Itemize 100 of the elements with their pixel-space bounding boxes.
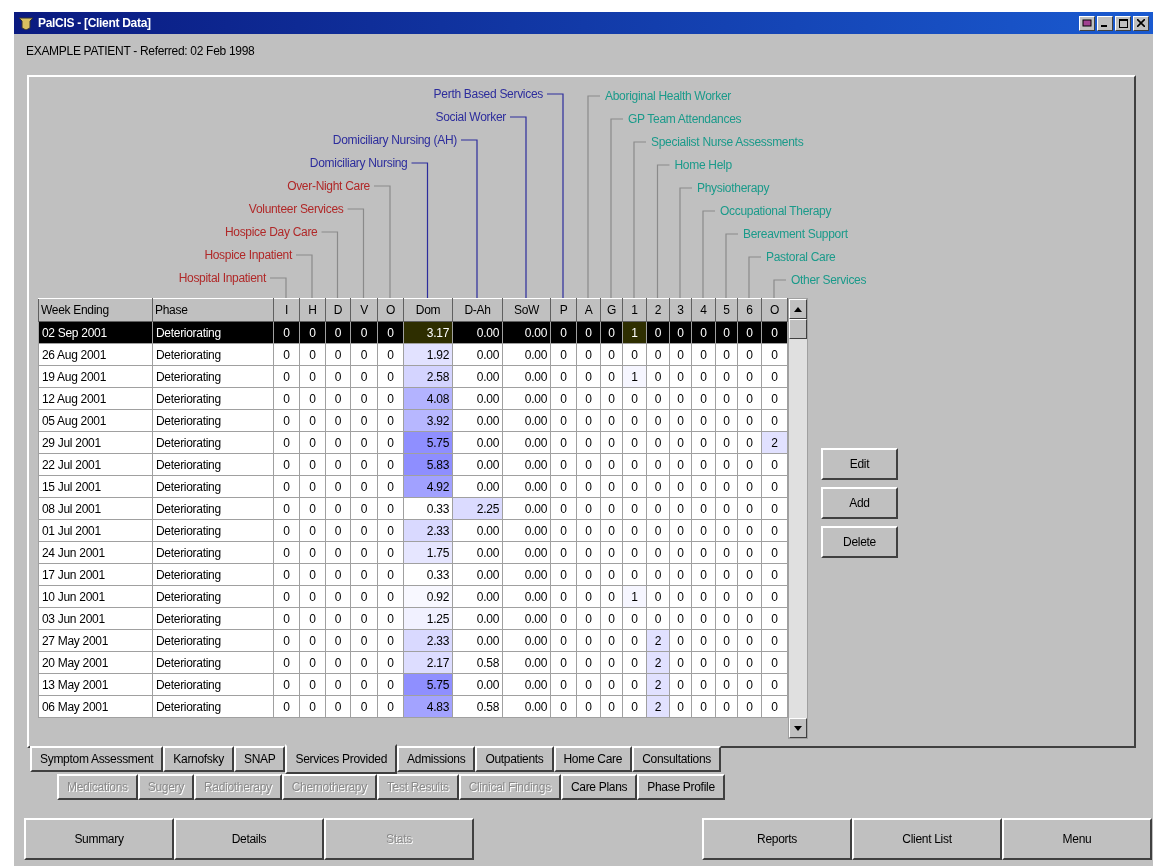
table-row[interactable]: 03 Jun 2001 Deteriorating 0 0 0 0 0 1.25 0.00 0.00 0 0 0 0 0 0 0 0 0 0 [38, 607, 788, 630]
service-label: Aboriginal Health Worker [605, 88, 731, 104]
tab[interactable]: Phase Profile [637, 774, 725, 800]
service-label: Hospice Inpatient [204, 247, 292, 263]
table-cell: Deteriorating [152, 497, 274, 520]
minimize-button[interactable] [1097, 15, 1113, 31]
column-header[interactable]: A [576, 298, 601, 322]
table-cell: 08 Jul 2001 [38, 497, 153, 520]
table-row[interactable]: 26 Aug 2001 Deteriorating 0 0 0 0 0 1.92 0.00 0.00 0 0 0 0 0 0 0 0 0 0 [38, 343, 788, 366]
nav-button[interactable]: Summary [24, 818, 174, 860]
table-cell: Deteriorating [152, 475, 274, 498]
leader-line [773, 279, 787, 298]
column-header[interactable]: 6 [737, 298, 762, 322]
scroll-thumb[interactable] [789, 319, 807, 339]
action-button[interactable]: Delete [821, 526, 898, 558]
column-header[interactable]: 5 [715, 298, 738, 322]
maximize-button[interactable] [1115, 15, 1131, 31]
table-row[interactable]: 24 Jun 2001 Deteriorating 0 0 0 0 0 1.75 0.00 0.00 0 0 0 0 0 0 0 0 0 0 [38, 541, 788, 564]
nav-button[interactable]: Menu [1002, 818, 1152, 860]
tab[interactable]: Care Plans [560, 774, 638, 800]
table-row[interactable]: 22 Jul 2001 Deteriorating 0 0 0 0 0 5.83 0.00 0.00 0 0 0 0 0 0 0 0 0 0 [38, 453, 788, 476]
nav-button[interactable]: Details [174, 818, 324, 860]
app-icon [18, 16, 34, 30]
table-cell: Deteriorating [152, 541, 274, 564]
table-cell: 20 May 2001 [38, 651, 153, 674]
table-cell: Deteriorating [152, 409, 274, 432]
table-cell: 06 May 2001 [38, 695, 153, 718]
table-row[interactable]: 01 Jul 2001 Deteriorating 0 0 0 0 0 2.33 0.00 0.00 0 0 0 0 0 0 0 0 0 0 [38, 519, 788, 542]
service-label: Physiotherapy [697, 180, 770, 196]
column-header[interactable]: I [273, 298, 300, 322]
table-cell: Deteriorating [152, 431, 274, 454]
leader-line [725, 233, 739, 298]
service-label: Social Worker [435, 109, 506, 125]
service-label: GP Team Attendances [628, 111, 742, 127]
column-header[interactable]: 1 [622, 298, 647, 322]
nav-button[interactable]: Client List [852, 818, 1002, 860]
table-cell: Deteriorating [152, 519, 274, 542]
tab[interactable]: Karnofsky [163, 746, 234, 772]
service-label: Perth Based Services [433, 86, 543, 102]
tab[interactable]: SNAP [233, 746, 286, 772]
column-header[interactable]: O [377, 298, 404, 322]
service-label: Domiciliary Nursing (AH) [332, 132, 457, 148]
leader-line [269, 277, 287, 298]
close-icon [1137, 19, 1145, 27]
table-row[interactable]: 12 Aug 2001 Deteriorating 0 0 0 0 0 4.08 0.00 0.00 0 0 0 0 0 0 0 0 0 0 [38, 387, 788, 410]
table-cell: 27 May 2001 [38, 629, 153, 652]
table-cell: 03 Jun 2001 [38, 607, 153, 630]
column-header[interactable]: 3 [669, 298, 692, 322]
tab[interactable]: Outpatients [475, 746, 554, 772]
scrollbar[interactable] [788, 298, 808, 739]
table-row[interactable]: 20 May 2001 Deteriorating 0 0 0 0 0 2.17 0.58 0.00 0 0 0 0 2 0 0 0 0 0 [38, 651, 788, 674]
action-button[interactable]: Edit [821, 448, 898, 480]
service-label: Domiciliary Nursing [309, 155, 408, 171]
close-button[interactable] [1133, 15, 1149, 31]
column-header[interactable]: 4 [691, 298, 716, 322]
tab[interactable]: Admissions [397, 746, 476, 772]
table-row[interactable]: 15 Jul 2001 Deteriorating 0 0 0 0 0 4.92 0.00 0.00 0 0 0 0 0 0 0 0 0 0 [38, 475, 788, 498]
restore-button[interactable] [1079, 15, 1095, 31]
tab[interactable]: Home Care [553, 746, 633, 772]
table-row[interactable]: 29 Jul 2001 Deteriorating 0 0 0 0 0 5.75 0.00 0.00 0 0 0 0 0 0 0 0 0 2 [38, 431, 788, 454]
table-row[interactable]: 06 May 2001 Deteriorating 0 0 0 0 0 4.83 0.58 0.00 0 0 0 0 2 0 0 0 0 0 [38, 695, 788, 718]
service-label: Home Help [674, 157, 732, 173]
column-header[interactable]: O [761, 298, 788, 322]
table-cell: 22 Jul 2001 [38, 453, 153, 476]
table-row[interactable]: 05 Aug 2001 Deteriorating 0 0 0 0 0 3.92 0.00 0.00 0 0 0 0 0 0 0 0 0 0 [38, 409, 788, 432]
table-row[interactable]: 19 Aug 2001 Deteriorating 0 0 0 0 0 2.58 0.00 0.00 0 0 0 1 0 0 0 0 0 0 [38, 365, 788, 388]
table-cell: 26 Aug 2001 [38, 343, 153, 366]
column-header[interactable]: V [350, 298, 378, 322]
table-cell: Deteriorating [152, 607, 274, 630]
table-row[interactable]: 17 Jun 2001 Deteriorating 0 0 0 0 0 0.33 0.00 0.00 0 0 0 0 0 0 0 0 0 0 [38, 563, 788, 586]
leader-line [748, 256, 762, 298]
table-cell: Deteriorating [152, 585, 274, 608]
column-header[interactable]: G [600, 298, 623, 322]
column-header[interactable]: H [299, 298, 326, 322]
column-header[interactable]: Dom [403, 298, 453, 322]
tab[interactable]: Services Provided [285, 744, 398, 774]
tab[interactable]: Symptom Assessment [30, 746, 164, 772]
leader-line [295, 254, 313, 298]
table-row[interactable]: 02 Sep 2001 Deteriorating 0 0 0 0 0 3.17 0.00 0.00 0 0 0 1 0 0 0 0 0 0 [38, 321, 788, 344]
up-arrow-icon [794, 306, 802, 312]
nav-button[interactable]: Reports [702, 818, 852, 860]
table-cell: 24 Jun 2001 [38, 541, 153, 564]
column-header[interactable]: 2 [646, 298, 670, 322]
table-row[interactable]: 13 May 2001 Deteriorating 0 0 0 0 0 5.75 0.00 0.00 0 0 0 0 2 0 0 0 0 0 [38, 673, 788, 696]
table-row[interactable]: 08 Jul 2001 Deteriorating 0 0 0 0 0 0.33 2.25 0.00 0 0 0 0 0 0 0 0 0 0 [38, 497, 788, 520]
tab[interactable]: Consultations [632, 746, 721, 772]
column-header[interactable]: Week Ending [38, 298, 153, 322]
column-header[interactable]: D-Ah [452, 298, 503, 322]
column-header[interactable]: D [325, 298, 351, 322]
table-row[interactable]: 27 May 2001 Deteriorating 0 0 0 0 0 2.33 0.00 0.00 0 0 0 0 2 0 0 0 0 0 [38, 629, 788, 652]
action-button[interactable]: Add [821, 487, 898, 519]
document-icon [1082, 19, 1092, 27]
column-header[interactable]: P [550, 298, 577, 322]
service-label: Bereavment Support [743, 226, 848, 242]
table-row[interactable]: 10 Jun 2001 Deteriorating 0 0 0 0 0 0.92 0.00 0.00 0 0 0 1 0 0 0 0 0 0 [38, 585, 788, 608]
table-cell: Deteriorating [152, 343, 274, 366]
column-header[interactable]: Phase [152, 298, 274, 322]
table-cell: 19 Aug 2001 [38, 365, 153, 388]
table-cell: 17 Jun 2001 [38, 563, 153, 586]
column-header[interactable]: SoW [502, 298, 551, 322]
